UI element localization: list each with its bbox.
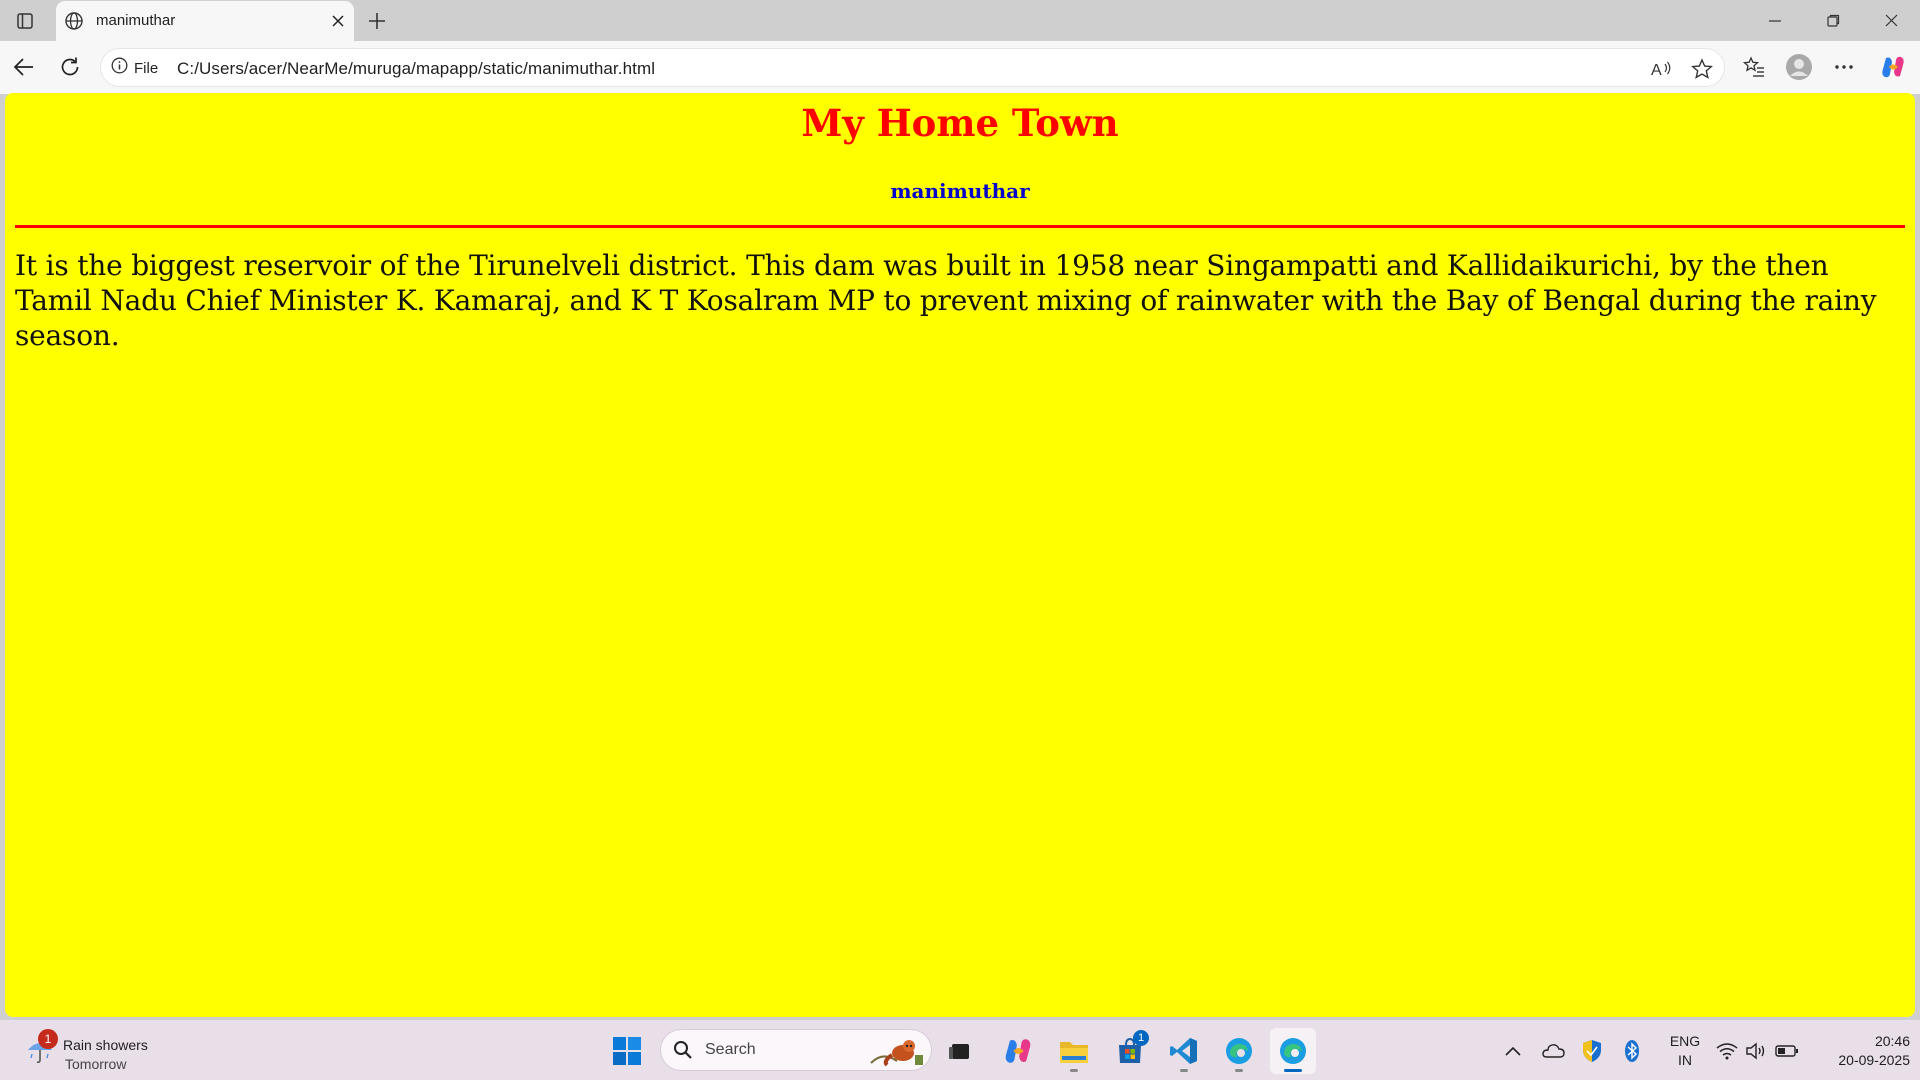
tab-strip: manimuthar [0,0,1920,42]
new-tab-plus-icon[interactable] [362,6,392,36]
tab-title: manimuthar [96,12,176,29]
more-options-icon[interactable] [1826,49,1862,85]
wifi-icon[interactable] [1714,1038,1740,1064]
language-code: ENG [1669,1033,1701,1049]
windows-security-icon[interactable] [1579,1038,1605,1064]
back-arrow-icon[interactable] [6,49,42,85]
minimize-icon[interactable] [1747,0,1803,41]
read-aloud-icon[interactable]: A [1649,56,1675,82]
weather-widget[interactable]: 1 Rain showers Tomorrow [20,1028,200,1074]
favorite-star-icon[interactable] [1689,56,1715,82]
region-code: IN [1678,1052,1692,1068]
page-subheading: manimuthar [890,179,1030,203]
weather-notification-badge: 1 [38,1029,58,1049]
clock-time: 20:46 [1874,1033,1910,1049]
onedrive-cloud-icon[interactable] [1540,1038,1566,1064]
tab-active[interactable]: manimuthar [56,1,354,42]
language-indicator[interactable]: ENG IN [1665,1032,1705,1070]
refresh-icon[interactable] [52,49,88,85]
store-notification-badge: 1 [1133,1030,1149,1046]
favorites-list-icon[interactable] [1736,49,1772,85]
microsoft-store-icon[interactable]: 1 [1107,1028,1153,1074]
windows-start-icon[interactable] [604,1028,650,1074]
file-explorer-icon[interactable] [1051,1028,1097,1074]
site-info-button[interactable]: File [111,57,158,79]
info-icon [111,57,128,79]
restore-icon[interactable] [1805,0,1861,41]
vscode-icon[interactable] [1161,1028,1207,1074]
page-heading: My Home Town [801,101,1119,145]
edge-icon[interactable] [1216,1028,1262,1074]
edge-active-icon[interactable] [1270,1028,1316,1074]
app-running-indicator [1070,1069,1078,1072]
copilot-icon[interactable] [995,1028,1041,1074]
globe-icon [64,11,84,31]
page-paragraph: It is the biggest reservoir of the Tirun… [15,249,1877,352]
address-bar[interactable]: File C:/Users/acer/NearMe/muruga/mapapp/… [100,48,1725,87]
profile-avatar-icon[interactable] [1781,49,1817,85]
search-label: Search [705,1041,756,1058]
weather-title: Rain showers [63,1037,148,1053]
page-viewport: My Home Town manimuthar It is the bigges… [5,93,1915,1017]
url-text[interactable]: C:/Users/acer/NearMe/muruga/mapapp/stati… [177,59,655,79]
task-view-icon[interactable] [937,1028,983,1074]
copilot-sidebar-icon[interactable] [1875,49,1911,85]
close-window-icon[interactable] [1863,0,1919,41]
svg-text:A: A [1651,62,1662,79]
app-active-indicator [1284,1069,1302,1072]
clock[interactable]: 20:46 20-09-2025 [1810,1032,1910,1070]
site-info-label: File [134,59,159,77]
chevron-up-icon[interactable] [1500,1038,1526,1064]
browser-toolbar: File C:/Users/acer/NearMe/muruga/mapapp/… [0,41,1920,94]
battery-icon[interactable] [1774,1038,1800,1064]
red-panda-search-art-icon [869,1033,925,1067]
bluetooth-icon[interactable] [1619,1038,1645,1064]
taskbar: 1 Rain showers Tomorrow Search 1 ENG IN … [0,1020,1920,1080]
taskbar-search-box[interactable]: Search [660,1029,932,1071]
weather-subtitle: Tomorrow [65,1056,127,1072]
search-icon [673,1040,693,1065]
clock-date: 20-09-2025 [1838,1052,1910,1068]
close-tab-icon[interactable] [326,9,350,33]
tab-actions-menu-icon[interactable] [10,8,40,34]
app-running-indicator [1235,1069,1243,1072]
app-running-indicator [1180,1069,1188,1072]
volume-icon[interactable] [1744,1038,1770,1064]
horizontal-rule [15,225,1905,228]
